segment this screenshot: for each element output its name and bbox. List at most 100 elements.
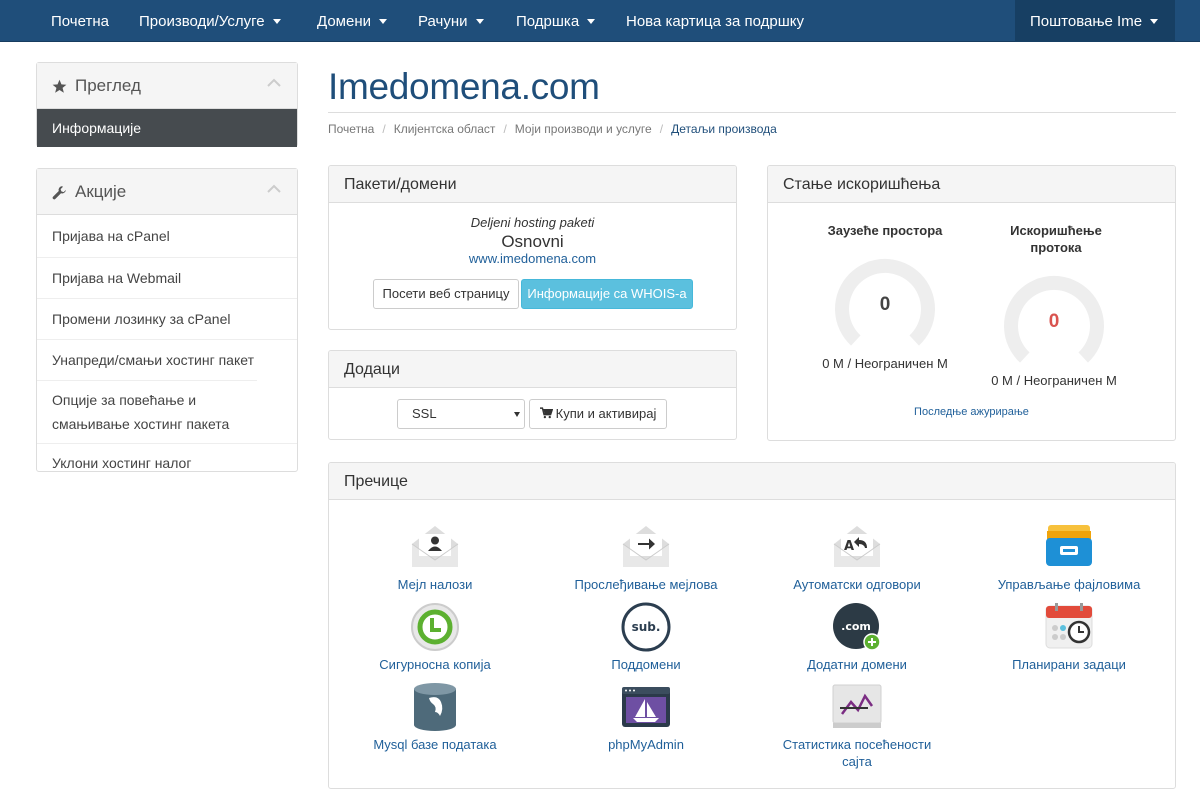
breadcrumb: Почетна / Клијентска област / Моји производи… <box>328 122 777 136</box>
nav-billing[interactable]: Рачуни <box>418 0 484 42</box>
sidebar-item-change-password[interactable]: Промени лозинку за cPanel <box>37 298 297 339</box>
package-name: Osnovni <box>501 232 564 251</box>
package-type: Deljeni hosting paketi <box>470 215 595 230</box>
sidebar-actions-header[interactable]: Акције <box>37 169 297 215</box>
bandwidth-usage-label: Искоришћење протока <box>1010 223 1102 255</box>
breadcrumb-my-products[interactable]: Моји производи и услуге <box>515 122 652 136</box>
addon-domains-icon: .com <box>833 603 881 651</box>
sidebar-actions-title: Акције <box>75 182 127 201</box>
shortcut-subdomains[interactable]: sub. Поддомени <box>546 602 746 673</box>
top-navbar: Почетна Производи/Услуге Домени Рачуни П… <box>0 0 1200 42</box>
shortcut-label: Планирани задаци <box>1012 657 1126 672</box>
nav-support[interactable]: Подршка <box>516 0 596 42</box>
account-greeting: Поштовање Ime <box>1030 13 1143 30</box>
caret-down-icon <box>587 18 596 24</box>
whois-info-button[interactable]: Информације са WHOIS-а <box>521 279 693 309</box>
sidebar-overview-header[interactable]: Преглед <box>37 63 297 109</box>
nav-domains-label: Домени <box>317 13 371 30</box>
email-forward-icon <box>622 526 670 567</box>
shortcut-label: Mysql базе података <box>373 737 497 752</box>
mysql-icon <box>414 683 456 731</box>
usage-panel-header: Стање искоришћења <box>768 166 1175 203</box>
shortcut-label: Поддомени <box>611 657 681 672</box>
caret-down-icon <box>272 18 281 24</box>
caret-down-icon <box>475 18 484 24</box>
sidebar-item-cancel-account[interactable]: Уклони хостинг налог <box>37 443 297 482</box>
email-accounts-icon <box>411 526 459 567</box>
file-manager-icon <box>1046 525 1092 566</box>
select-arrow-icon <box>514 412 520 417</box>
sidebar-item-information[interactable]: Информације <box>37 109 297 147</box>
last-update-link[interactable]: Последње ажурирање <box>768 406 1175 418</box>
bandwidth-usage-text: 0 M / Неограничен M <box>991 373 1117 388</box>
shortcut-addon-domains[interactable]: .com Додатни домени <box>757 602 957 673</box>
visit-website-button[interactable]: Посети веб страницу <box>373 279 519 309</box>
shortcuts-panel: Пречице Мејл налози Прослеђивање мејлова… <box>328 462 1176 789</box>
star-icon <box>52 79 67 93</box>
addons-panel: Додаци SSL Купи и активирај <box>328 350 737 440</box>
backup-icon <box>411 603 459 651</box>
svg-text:.com: .com <box>841 620 871 633</box>
breadcrumb-client-area[interactable]: Клијентска област <box>394 122 496 136</box>
sidebar-item-upgrade-downgrade[interactable]: Унапреди/смањи хостинг пакет <box>37 339 297 380</box>
disk-usage-value: 0 <box>879 294 891 315</box>
page-title: Imedomena.com <box>328 66 600 107</box>
cron-jobs-icon <box>1045 603 1093 649</box>
sidebar-item-webmail-login[interactable]: Пријава на Webmail <box>37 257 297 298</box>
chevron-up-icon[interactable] <box>267 184 281 194</box>
caret-down-icon <box>1150 18 1159 24</box>
addon-select[interactable]: SSL <box>397 399 525 429</box>
shortcuts-panel-header: Пречице <box>329 463 1175 500</box>
sidebar-actions-panel: Акције Пријава на cPanel Пријава на Webm… <box>36 168 298 472</box>
shortcut-email-accounts[interactable]: Мејл налози <box>335 522 535 593</box>
shopping-cart-icon <box>539 407 553 419</box>
nav-products-services[interactable]: Производи/Услуге <box>139 0 281 42</box>
account-menu-toggle[interactable]: Поштовање Ime <box>1030 0 1159 42</box>
bandwidth-usage-value: 0 <box>1048 311 1060 332</box>
shortcut-label: phpMyAdmin <box>608 737 684 752</box>
nav-products-label: Производи/Услуге <box>139 13 265 30</box>
shortcut-backup[interactable]: Сигурносна копија <box>335 602 535 673</box>
addon-select-value: SSL <box>412 406 437 421</box>
svg-text:sub.: sub. <box>632 620 661 634</box>
phpmyadmin-icon <box>622 687 670 727</box>
autoresponder-icon: A <box>833 526 881 567</box>
package-panel-header: Пакети/домени <box>329 166 736 203</box>
usage-panel: Стање искоришћења Заузеће простора 0 0 M… <box>767 165 1176 441</box>
title-divider <box>328 112 1176 113</box>
nav-domains[interactable]: Домени <box>317 0 387 42</box>
shortcut-label: Сигурносна копија <box>379 657 491 672</box>
package-domain-link[interactable]: www.imedomena.com <box>329 251 736 266</box>
subdomains-icon: sub. <box>621 602 671 652</box>
shortcut-awstats[interactable]: Статистика посећености сајта <box>757 682 957 770</box>
shortcut-label: Управљање фајловима <box>997 577 1141 592</box>
addons-panel-header: Додаци <box>329 351 736 388</box>
nav-home[interactable]: Почетна <box>51 0 109 42</box>
shortcut-mysql[interactable]: Mysql базе података <box>335 682 535 753</box>
sidebar-item-cpanel-login[interactable]: Пријава на cPanel <box>37 215 297 257</box>
shortcut-label: Статистика посећености сајта <box>782 737 932 769</box>
shortcut-autoresponders[interactable]: A Аутоматски одговори <box>757 522 957 593</box>
shortcut-email-forwarders[interactable]: Прослеђивање мејлова <box>546 522 746 593</box>
shortcut-label: Прослеђивање мејлова <box>574 577 718 592</box>
disk-usage-text: 0 M / Неограничен M <box>822 356 948 371</box>
nav-open-ticket[interactable]: Нова картица за подршку <box>626 0 804 42</box>
account-menu[interactable]: Поштовање Ime <box>1015 0 1175 42</box>
shortcut-label: Додатни домени <box>807 657 907 672</box>
shortcut-file-manager[interactable]: Управљање фајловима <box>969 522 1169 593</box>
shortcut-phpmyadmin[interactable]: phpMyAdmin <box>546 682 746 753</box>
nav-support-label: Подршка <box>516 13 580 30</box>
awstats-icon <box>832 684 882 728</box>
sidebar-overview-panel: Преглед Информације <box>36 62 298 147</box>
sidebar-item-upgrade-options[interactable]: Опције за повећање и смањивање хостинг п… <box>37 380 257 443</box>
shortcut-label: Мејл налози <box>397 577 473 592</box>
buy-activate-button[interactable]: Купи и активирај <box>529 399 667 429</box>
breadcrumb-home[interactable]: Почетна <box>328 122 374 136</box>
shortcut-cron-jobs[interactable]: Планирани задаци <box>969 602 1169 673</box>
sidebar-actions-list: Пријава на cPanel Пријава на Webmail Про… <box>37 215 297 482</box>
nav-billing-label: Рачуни <box>418 13 468 30</box>
chevron-up-icon[interactable] <box>267 78 281 88</box>
caret-down-icon <box>379 18 387 24</box>
wrench-icon <box>52 186 66 200</box>
breadcrumb-product-details: Детаљи производа <box>671 122 777 136</box>
